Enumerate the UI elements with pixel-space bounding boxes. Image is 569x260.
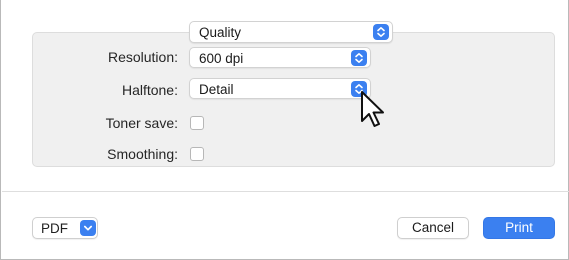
chevron-updown-icon — [351, 50, 367, 66]
arrow-cursor-icon — [358, 89, 388, 136]
cancel-button[interactable]: Cancel — [397, 217, 469, 239]
halftone-label: Halftone: — [121, 82, 178, 98]
halftone-popup[interactable]: Detail — [189, 78, 371, 99]
footer-divider — [2, 191, 569, 192]
print-button[interactable]: Print — [483, 217, 555, 239]
chevron-down-icon — [80, 220, 96, 236]
smoothing-label: Smoothing: — [107, 146, 178, 162]
resolution-value: 600 dpi — [199, 51, 244, 66]
chevron-updown-icon — [373, 24, 389, 40]
print-dialog: Quality Resolution: 600 dpi Halftone: De… — [0, 0, 569, 260]
pdf-label: PDF — [41, 221, 68, 236]
smoothing-checkbox[interactable] — [190, 147, 204, 161]
resolution-label: Resolution: — [107, 49, 178, 65]
toner-save-checkbox[interactable] — [190, 116, 204, 130]
resolution-popup[interactable]: 600 dpi — [189, 47, 371, 68]
toner-save-label: Toner save: — [105, 115, 178, 131]
section-popup-value: Quality — [199, 25, 242, 40]
halftone-value: Detail — [199, 82, 234, 97]
pdf-menu-button[interactable]: PDF — [32, 217, 98, 239]
section-popup[interactable]: Quality — [189, 21, 393, 43]
